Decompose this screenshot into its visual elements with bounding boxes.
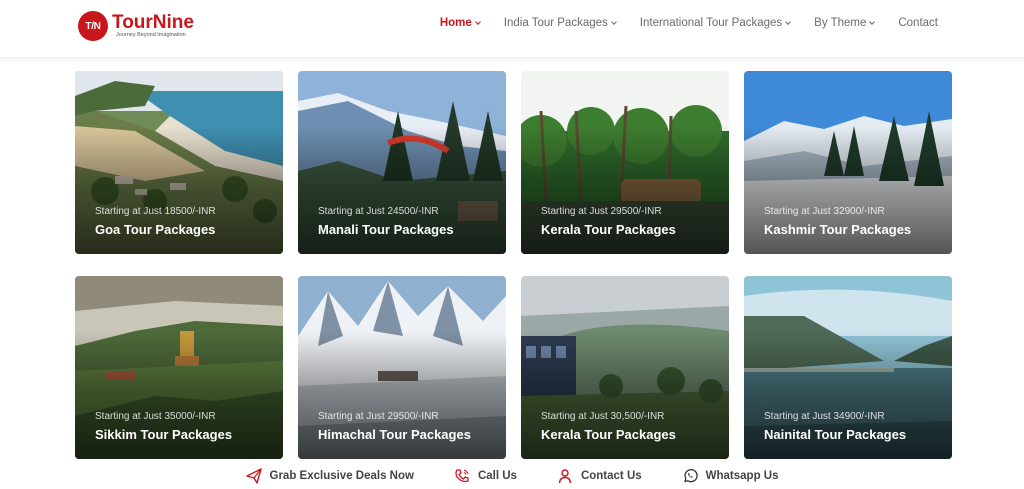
- package-title: Manali Tour Packages: [318, 222, 454, 237]
- package-title: Kerala Tour Packages: [541, 427, 676, 442]
- call-us-link[interactable]: Call Us: [454, 468, 517, 484]
- package-title: Himachal Tour Packages: [318, 427, 471, 442]
- phone-icon: [455, 469, 469, 483]
- whatsapp-us-label: Whatsapp Us: [705, 470, 779, 482]
- nav-india-tour-packages[interactable]: India Tour Packages: [503, 17, 617, 29]
- whatsapp-icon: [684, 469, 698, 483]
- nav-home-label: Home: [439, 17, 472, 29]
- grab-deals-label: Grab Exclusive Deals Now: [269, 470, 414, 482]
- brand-tagline: Journey Beyond Imagination: [116, 32, 186, 38]
- chevron-down-icon: [785, 19, 791, 25]
- package-price: Starting at Just 30,500/-INR: [541, 411, 665, 422]
- nav-by-theme[interactable]: By Theme: [814, 17, 876, 29]
- call-us-label: Call Us: [477, 470, 517, 482]
- package-title: Kerala Tour Packages: [541, 222, 676, 237]
- paper-plane-icon: [245, 468, 262, 484]
- package-grid: Starting at Just 18500/-INR Goa Tour Pac…: [75, 71, 953, 459]
- package-price: Starting at Just 29500/-INR: [318, 411, 439, 422]
- package-title: Kashmir Tour Packages: [764, 222, 912, 237]
- nav-international-tour-packages[interactable]: International Tour Packages: [639, 17, 791, 29]
- package-card-kerala-train[interactable]: Starting at Just 30,500/-INR Kerala Tour…: [521, 276, 729, 459]
- nav-international-label: International Tour Packages: [639, 17, 783, 29]
- nav-contact[interactable]: Contact: [898, 17, 938, 29]
- nav-home[interactable]: Home: [439, 17, 481, 29]
- chevron-down-icon: [474, 19, 481, 25]
- package-card-himachal[interactable]: Starting at Just 29500/-INR Himachal Tou…: [298, 276, 506, 459]
- contact-action-bar: Grab Exclusive Deals Now Call Us Contact…: [0, 466, 1024, 486]
- whatsapp-us-link[interactable]: Whatsapp Us: [682, 468, 779, 484]
- package-price: Starting at Just 32900/-INR: [764, 206, 885, 217]
- package-price: Starting at Just 24500/-INR: [318, 206, 439, 217]
- brand-logo[interactable]: T/N TourNine Journey Beyond Imagination: [78, 10, 194, 42]
- nav-india-label: India Tour Packages: [503, 17, 608, 29]
- package-card-nainital[interactable]: Starting at Just 34900/-INR Nainital Tou…: [744, 276, 952, 459]
- grab-deals-link[interactable]: Grab Exclusive Deals Now: [245, 468, 414, 484]
- package-card-manali[interactable]: Starting at Just 24500/-INR Manali Tour …: [298, 71, 506, 254]
- package-title: Sikkim Tour Packages: [95, 427, 233, 442]
- nav-contact-label: Contact: [898, 17, 938, 29]
- person-icon: [558, 469, 572, 484]
- package-title: Nainital Tour Packages: [764, 427, 907, 442]
- brand-name: TourNine: [112, 12, 194, 33]
- package-price: Starting at Just 34900/-INR: [764, 411, 885, 422]
- logo-badge: T/N: [78, 11, 108, 41]
- main-nav: Home India Tour Packages International T…: [416, 17, 938, 29]
- package-price: Starting at Just 29500/-INR: [541, 206, 662, 217]
- contact-us-link[interactable]: Contact Us: [557, 468, 642, 484]
- nav-theme-label: By Theme: [814, 17, 867, 29]
- package-card-sikkim[interactable]: Starting at Just 35000/-INR Sikkim Tour …: [75, 276, 283, 459]
- package-price: Starting at Just 35000/-INR: [95, 411, 216, 422]
- package-card-goa[interactable]: Starting at Just 18500/-INR Goa Tour Pac…: [75, 71, 283, 254]
- package-card-kashmir[interactable]: Starting at Just 32900/-INR Kashmir Tour…: [744, 71, 952, 254]
- site-header: T/N TourNine Journey Beyond Imagination …: [0, 0, 1024, 58]
- package-price: Starting at Just 18500/-INR: [95, 206, 216, 217]
- chevron-down-icon: [610, 19, 617, 25]
- chevron-down-icon: [869, 19, 876, 25]
- contact-us-label: Contact Us: [580, 470, 642, 482]
- package-title: Goa Tour Packages: [95, 222, 216, 237]
- package-card-kerala[interactable]: Starting at Just 29500/-INR Kerala Tour …: [521, 71, 729, 254]
